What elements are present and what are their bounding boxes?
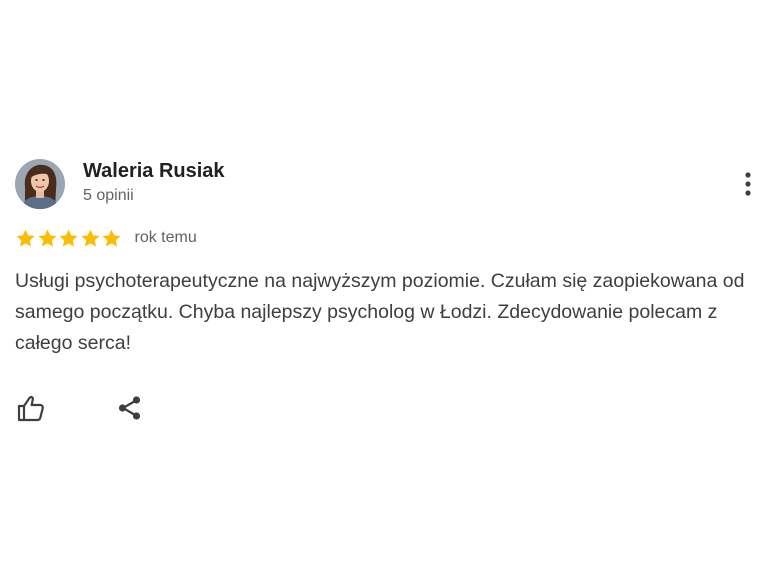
review-date: rok temu <box>134 229 197 246</box>
star-icon <box>15 228 36 249</box>
thumb-up-icon <box>17 395 44 422</box>
star-rating <box>15 228 123 249</box>
star-icon <box>80 228 101 249</box>
more-vertical-icon <box>745 172 751 196</box>
like-button[interactable] <box>16 393 46 423</box>
review-count[interactable]: 5 opinii <box>83 186 134 206</box>
avatar[interactable] <box>15 159 65 209</box>
rating-row: rok temu <box>15 226 197 250</box>
share-icon <box>118 396 141 420</box>
more-options-button[interactable] <box>736 168 760 202</box>
share-button[interactable] <box>116 394 144 422</box>
review-text: Usługi psychoterapeutyczne na najwyższym… <box>15 270 745 354</box>
review-card: Waleria Rusiak 5 opinii rok temu Usługi … <box>0 0 768 576</box>
author-name[interactable]: Waleria Rusiak <box>83 159 225 183</box>
avatar-image <box>15 159 65 209</box>
star-icon <box>101 228 122 249</box>
star-icon <box>58 228 79 249</box>
star-icon <box>37 228 58 249</box>
